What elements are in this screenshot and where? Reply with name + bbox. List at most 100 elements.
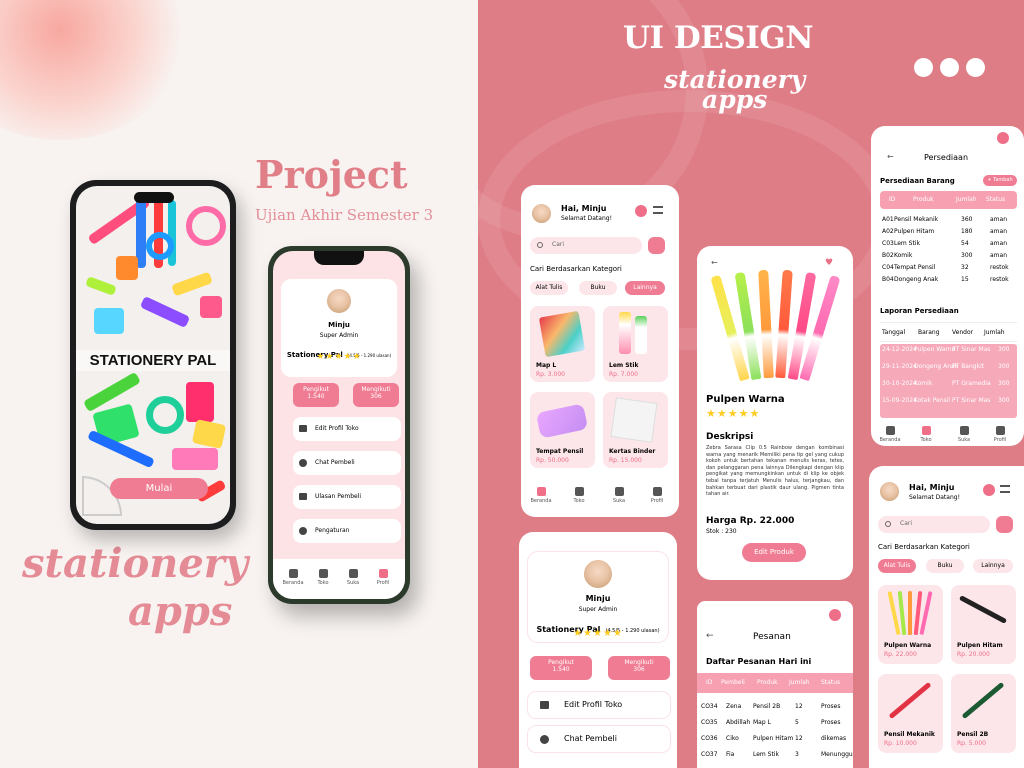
filter-button[interactable] — [648, 237, 665, 254]
filter-button[interactable] — [996, 516, 1013, 533]
product-card[interactable]: Pensil Mekanik Rp. 10.000 — [878, 674, 943, 753]
bottom-nav: Beranda Toko Suka Profil — [871, 424, 1024, 446]
home-screen-card: Hai, Minju Selamat Datang! Cari Cari Ber… — [521, 185, 679, 517]
back-arrow-icon[interactable]: ← — [706, 631, 714, 641]
search-icon — [537, 242, 543, 248]
category-tab-active[interactable]: Alat Tulis — [878, 559, 916, 573]
menu-edit-store[interactable]: Edit Profil Toko — [528, 692, 670, 718]
nav-profile[interactable]: Profil — [371, 569, 395, 586]
product-price: Rp. 22.000 — [884, 651, 917, 658]
product-card[interactable]: Pensil 2B Rp. 5.000 — [951, 674, 1016, 753]
search-input[interactable]: Cari — [530, 237, 642, 254]
table-row: CO36 Ciko Pulpen Hitam 12 dikemas — [697, 733, 853, 749]
product-card[interactable]: Kertas Binder Rp. 15.000 — [603, 392, 668, 468]
nav-profile[interactable]: Profil — [987, 426, 1013, 443]
bell-icon[interactable] — [635, 205, 647, 217]
inventory-card: ← Persediaan Persediaan Barang + Tambah … — [871, 126, 1024, 446]
menu-edit-store[interactable]: Edit Profil Toko — [293, 417, 401, 441]
nav-store[interactable]: Toko — [913, 426, 939, 443]
nav-home[interactable]: Beranda — [281, 569, 305, 586]
menu-chat-buyer[interactable]: Chat Pembeli — [528, 726, 670, 752]
following-button[interactable]: Mengikuti 306 — [608, 656, 670, 680]
nav-home[interactable]: Beranda — [527, 487, 555, 504]
nav-store[interactable]: Toko — [311, 569, 335, 586]
clip-image — [191, 419, 227, 449]
profile-screen: Minju Super Admin Stationery Pal (4.5/5 … — [273, 251, 405, 599]
nav-profile[interactable]: Profil — [643, 487, 671, 504]
category-tab[interactable]: Lainnya — [973, 559, 1013, 573]
table-cell: CO37 — [701, 751, 718, 758]
search-input[interactable]: Cari — [878, 516, 990, 533]
table-cell: Kotak Pensil — [914, 397, 951, 404]
column-header: Produk — [757, 679, 778, 686]
menu-icon[interactable] — [1000, 485, 1010, 493]
table-row: 29-11-2024 Dongeng Anak PT Bangkit 300 — [880, 361, 1017, 378]
table-cell: Proses — [821, 719, 841, 726]
product-price: Rp. 20.000 — [957, 651, 990, 658]
category-tab[interactable]: Alat Tulis — [530, 281, 568, 295]
nav-likes[interactable]: Suka — [605, 487, 633, 504]
report-title: Laporan Persediaan — [880, 307, 959, 315]
table-cell: Fia — [726, 751, 735, 758]
product-card[interactable]: Tempat Pensil Rp. 50.000 — [530, 392, 595, 468]
edit-product-button[interactable]: Edit Produk — [742, 543, 806, 562]
more-dots-icon — [914, 58, 992, 81]
description-title: Deskripsi — [706, 432, 754, 442]
search-placeholder: Cari — [900, 520, 912, 527]
stock-label: Stok : 230 — [706, 528, 737, 535]
nav-likes[interactable]: Suka — [951, 426, 977, 443]
product-price: Rp. 5.000 — [957, 740, 986, 747]
back-arrow-icon[interactable]: ← — [887, 152, 894, 161]
nav-likes[interactable]: Suka — [341, 569, 365, 586]
table-cell: Pulpen Hitam — [753, 735, 794, 742]
nav-home[interactable]: Beranda — [877, 426, 903, 443]
store-icon — [921, 426, 931, 435]
rating-stars: ★★★★★ — [316, 352, 362, 362]
followers-button[interactable]: Pengikut 1.540 — [293, 383, 339, 407]
product-card[interactable]: Lem Stik Rp. 7.000 — [603, 306, 668, 382]
table-row: C03 Lem Stik 54 aman — [880, 238, 1017, 250]
product-card[interactable]: Pulpen Hitam Rp. 20.000 — [951, 585, 1016, 664]
table-cell: Pensil 2B — [753, 703, 781, 710]
product-name: Kertas Binder — [609, 448, 656, 455]
avatar — [878, 480, 901, 503]
nav-store[interactable]: Toko — [565, 487, 593, 504]
table-cell: A02 — [882, 228, 894, 235]
table-cell: Pensil Mekanik — [894, 216, 939, 223]
product-price: Rp. 3.000 — [536, 371, 565, 378]
back-arrow-icon[interactable]: ← — [711, 258, 718, 267]
menu-chat-buyer[interactable]: Chat Pembeli — [293, 451, 401, 475]
start-button[interactable]: Mulai — [110, 478, 208, 499]
menu-reviews[interactable]: Ulasan Pembeli — [293, 485, 401, 509]
category-tab-active[interactable]: Lainnya — [625, 281, 665, 295]
column-header: Status — [821, 679, 841, 686]
product-card[interactable]: Pulpen Warna Rp. 22.000 — [878, 585, 943, 664]
product-card[interactable]: Map L Rp. 3.000 — [530, 306, 595, 382]
store-icon — [299, 425, 307, 432]
following-button[interactable]: Mengikuti 306 — [353, 383, 399, 407]
table-cell: 12 — [795, 703, 803, 710]
table-cell: B04 — [882, 276, 894, 283]
table-cell: Ciko — [726, 735, 739, 742]
home-icon — [536, 487, 546, 496]
followers-button[interactable]: Pengikut 1.540 — [530, 656, 592, 680]
category-title: Cari Berdasarkan Kategori — [878, 543, 970, 551]
gear-icon — [299, 527, 307, 535]
column-header: Jumlah — [789, 679, 810, 686]
menu-icon[interactable] — [653, 206, 663, 214]
bell-icon[interactable] — [983, 484, 995, 496]
menu-settings[interactable]: Pengaturan — [293, 519, 401, 543]
profile-name: Minju — [328, 321, 350, 329]
add-button[interactable]: + Tambah — [983, 175, 1017, 186]
bell-icon[interactable] — [997, 132, 1009, 144]
profile-icon — [378, 569, 388, 578]
category-tab[interactable]: Buku — [926, 559, 964, 573]
sticky-note-image — [94, 308, 124, 334]
category-tab[interactable]: Buku — [579, 281, 617, 295]
nav-label: Suka — [612, 498, 626, 504]
heart-icon[interactable]: ♥ — [825, 258, 833, 268]
bell-icon[interactable] — [829, 609, 841, 621]
table-row: A02 Pulpen Hitam 180 aman — [880, 226, 1017, 238]
table-cell: C03 — [882, 240, 894, 247]
right-design-panel: UI DESIGN stationery apps Hai, Minju Sel… — [478, 0, 1024, 768]
